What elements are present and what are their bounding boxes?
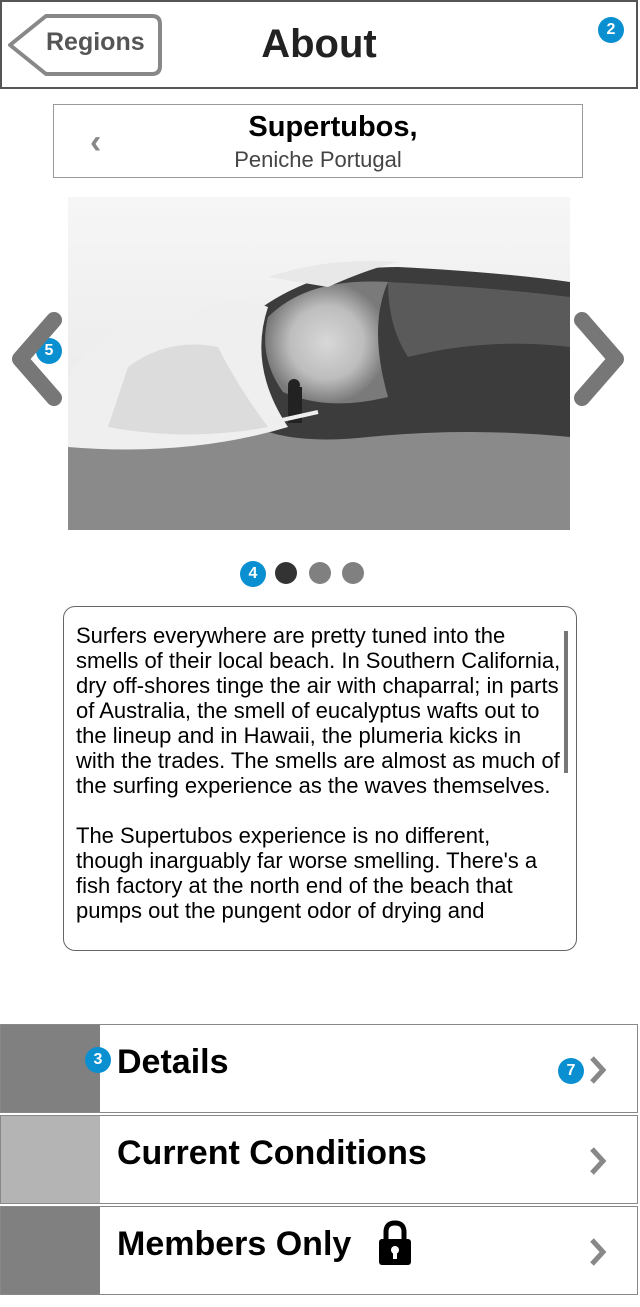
menu-item-label: Members Only: [117, 1225, 352, 1263]
annotation-badge: 3: [85, 1047, 111, 1073]
row-swatch: [1, 1025, 100, 1112]
location-header: ‹ Supertubos, Peniche Portugal: [53, 104, 583, 178]
row-swatch: [1, 1116, 100, 1203]
description-panel[interactable]: Surfers everywhere are pretty tuned into…: [63, 606, 577, 951]
chevron-right-icon: [590, 1238, 607, 1266]
description-text: Surfers everywhere are pretty tuned into…: [76, 623, 562, 948]
surf-photo: [68, 197, 570, 530]
menu-item-members-only[interactable]: Members Only: [0, 1206, 638, 1295]
page-title: About: [261, 22, 377, 66]
chevron-left-icon[interactable]: [10, 312, 64, 406]
location-subtitle: Peniche Portugal: [234, 147, 402, 172]
scrollbar[interactable]: [564, 631, 568, 773]
chevron-right-icon: [590, 1056, 607, 1084]
page-dot[interactable]: [342, 562, 364, 584]
annotation-badge: 2: [598, 17, 624, 43]
menu-item-current-conditions[interactable]: Current Conditions: [0, 1115, 638, 1204]
annotation-badge: 7: [558, 1058, 584, 1084]
location-name: Supertubos,: [248, 111, 418, 143]
chevron-right-icon: [590, 1147, 607, 1175]
top-nav-bar: Regions About 2: [0, 0, 638, 89]
page-dot[interactable]: [309, 562, 331, 584]
chevron-right-icon[interactable]: [572, 312, 628, 406]
page-dot-active[interactable]: [275, 562, 297, 584]
lock-icon: [379, 1220, 411, 1265]
menu-item-details[interactable]: 3 Details 7: [0, 1024, 638, 1113]
menu-item-label: Details: [117, 1043, 229, 1081]
annotation-badge: 4: [240, 561, 266, 587]
menu-item-label: Current Conditions: [117, 1134, 427, 1172]
description-paragraph: The Supertubos experience is no differen…: [76, 823, 538, 923]
row-swatch: [1, 1207, 100, 1294]
description-paragraph: Surfers everywhere are pretty tuned into…: [76, 623, 561, 798]
